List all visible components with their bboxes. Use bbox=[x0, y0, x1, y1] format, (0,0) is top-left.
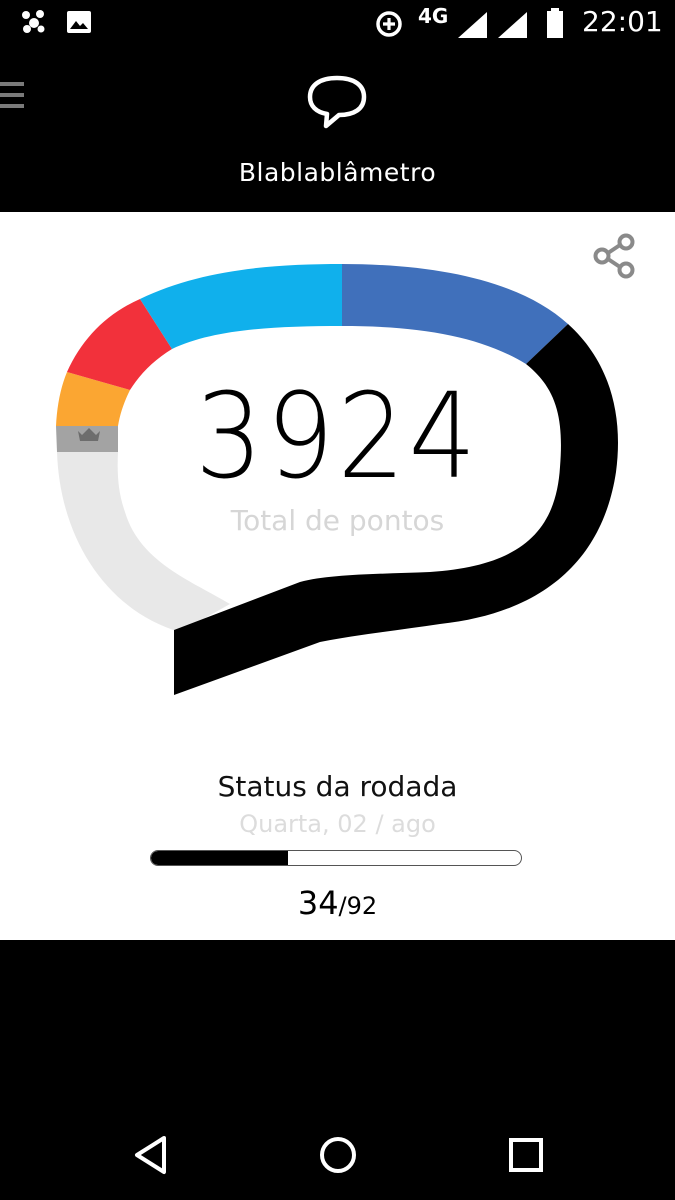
app-bar bbox=[0, 46, 675, 212]
round-progress-total: /92 bbox=[338, 892, 378, 920]
total-points-label: Total de pontos bbox=[230, 504, 445, 537]
round-progress-count: 34/92 bbox=[0, 884, 675, 922]
round-progress-current: 34 bbox=[297, 884, 339, 922]
back-icon[interactable] bbox=[133, 1135, 169, 1175]
speech-bubble-icon bbox=[307, 75, 367, 129]
network-type: 4G bbox=[418, 4, 449, 28]
round-progress-fill bbox=[151, 851, 288, 865]
menu-icon[interactable] bbox=[0, 80, 26, 112]
status-bar: 4G 22:01 bbox=[0, 0, 675, 46]
notification-app-icon bbox=[22, 10, 45, 33]
navigation-bar bbox=[0, 1110, 675, 1200]
content-card: 3924 Total de pontos Status da rodada Qu… bbox=[0, 212, 675, 940]
home-icon[interactable] bbox=[318, 1135, 358, 1175]
meter-segment-blue bbox=[342, 264, 568, 364]
battery-icon bbox=[547, 8, 563, 38]
total-points-value: 3924 bbox=[195, 367, 480, 505]
page-title: Blablablâmetro bbox=[238, 158, 437, 187]
image-icon bbox=[67, 11, 91, 33]
data-saver-icon bbox=[376, 11, 402, 37]
round-progress-bar bbox=[150, 850, 522, 866]
signal-icon bbox=[498, 12, 527, 38]
clock: 22:01 bbox=[582, 5, 663, 38]
round-status-title: Status da rodada bbox=[217, 770, 458, 803]
round-date: Quarta, 02 / ago bbox=[239, 810, 436, 838]
signal-icon bbox=[458, 12, 487, 38]
meter-segment-light-blue bbox=[140, 264, 342, 349]
recents-icon[interactable] bbox=[508, 1137, 544, 1173]
